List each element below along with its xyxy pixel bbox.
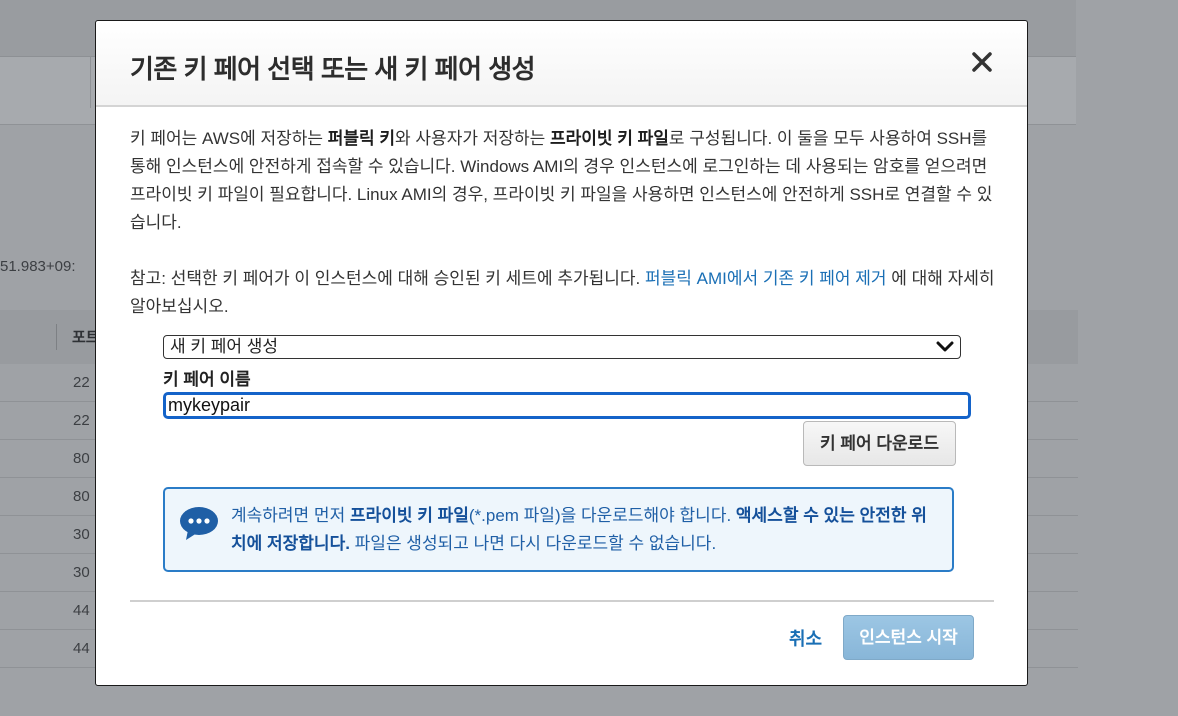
- key-pair-modal: 기존 키 페어 선택 또는 새 키 페어 생성 키 페어는 AWS에 저장하는 …: [95, 20, 1028, 686]
- key-pair-select-value: 새 키 페어 생성: [170, 337, 279, 356]
- key-pair-name-label: 키 페어 이름: [163, 370, 251, 389]
- intro-text-part: 와 사용자가 저장하는: [395, 129, 550, 148]
- intro-text: 키 페어는 AWS에 저장하는 퍼블릭 키와 사용자가 저장하는 프라이빗 키 …: [130, 125, 996, 237]
- intro-text-part: 키 페어는 AWS에 저장하는: [130, 129, 328, 148]
- private-key-term: 프라이빗 키 파일: [549, 129, 669, 148]
- cancel-button[interactable]: 취소: [789, 625, 822, 651]
- close-button[interactable]: [971, 51, 993, 73]
- info-text: 계속하려면 먼저 프라이빗 키 파일(*.pem 파일)을 다운로드해야 합니다…: [231, 502, 941, 558]
- table-cell: 44: [73, 640, 90, 657]
- note-text: 참고: 선택한 키 페어가 이 인스턴스에 대해 승인된 키 세트에 추가됩니다…: [130, 265, 996, 321]
- info-message: 계속하려면 먼저 프라이빗 키 파일(*.pem 파일)을 다운로드해야 합니다…: [163, 487, 954, 572]
- key-pair-select[interactable]: 새 키 페어 생성: [163, 335, 961, 359]
- table-cell: 22: [73, 412, 90, 429]
- close-icon: [972, 52, 992, 72]
- background-timestamp: 51.983+09:: [0, 258, 76, 275]
- table-cell: 80: [73, 488, 90, 505]
- table-cell: 44: [73, 602, 90, 619]
- key-pair-name-input[interactable]: [163, 392, 971, 419]
- info-text-part: 파일은 생성되고 나면 다시 다운로드할 수 없습니다.: [349, 534, 717, 553]
- modal-header: 기존 키 페어 선택 또는 새 키 페어 생성: [96, 21, 1027, 107]
- table-cell: 80: [73, 450, 90, 467]
- public-key-term: 퍼블릭 키: [327, 129, 396, 148]
- column-divider: [56, 324, 57, 350]
- info-text-part: (*.pem 파일)을 다운로드해야 합니다.: [468, 506, 736, 525]
- note-prefix: 참고: 선택한 키 페어가 이 인스턴스에 대해 승인된 키 세트에 추가됩니다…: [130, 269, 645, 288]
- info-private-key-term: 프라이빗 키 파일: [349, 506, 469, 525]
- table-cell: 22: [73, 374, 90, 391]
- footer-divider: [130, 600, 994, 602]
- chat-bubble-icon: [180, 507, 218, 540]
- modal-body: 키 페어는 AWS에 저장하는 퍼블릭 키와 사용자가 저장하는 프라이빗 키 …: [130, 125, 996, 321]
- download-key-pair-button[interactable]: 키 페어 다운로드: [803, 421, 956, 466]
- table-cell: 30: [73, 564, 90, 581]
- chevron-down-icon: [936, 341, 954, 352]
- remove-key-pair-link[interactable]: 퍼블릭 AMI에서 기존 키 페어 제거: [645, 269, 887, 288]
- table-cell: 30: [73, 526, 90, 543]
- info-text-part: 계속하려면 먼저: [231, 506, 350, 525]
- launch-instances-button[interactable]: 인스턴스 시작: [843, 615, 974, 660]
- modal-title: 기존 키 페어 선택 또는 새 키 페어 생성: [130, 54, 536, 84]
